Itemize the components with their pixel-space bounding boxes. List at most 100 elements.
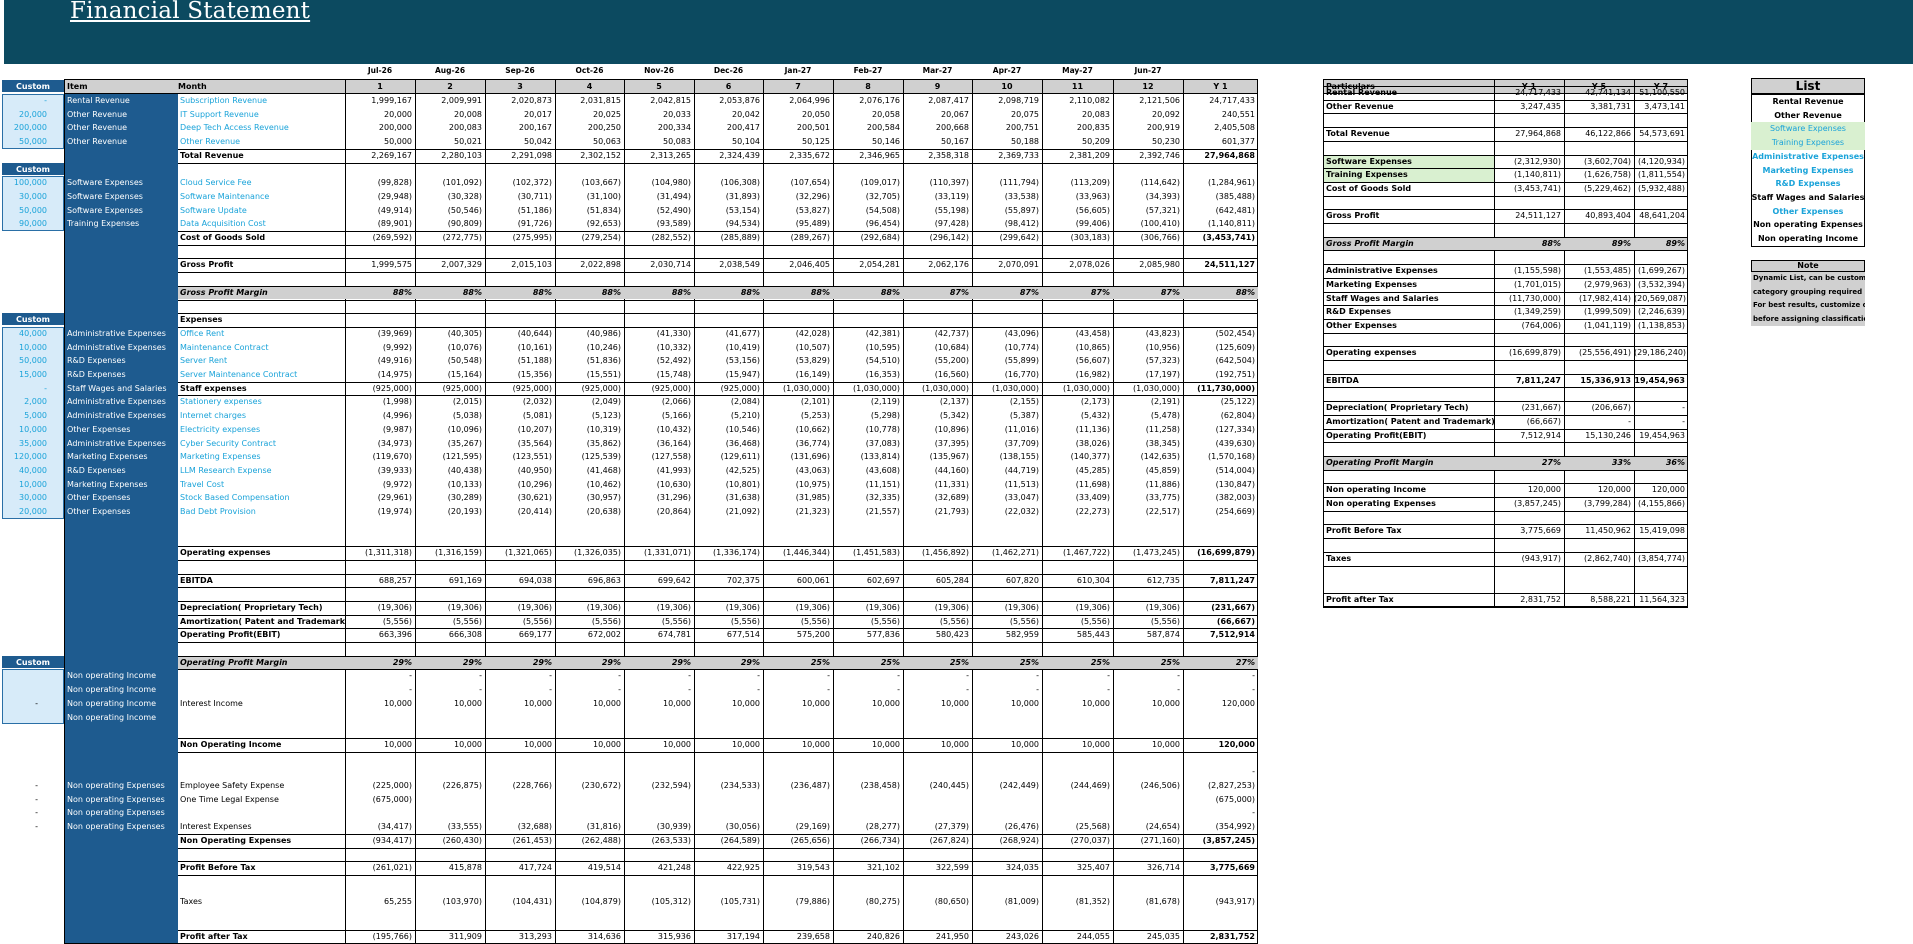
row-value: (133,814) bbox=[860, 452, 900, 462]
custom-value[interactable]: 30,000 bbox=[2, 491, 47, 505]
row-value: (226,875) bbox=[442, 781, 482, 790]
custom-value[interactable]: 40,000 bbox=[2, 464, 47, 478]
list-item[interactable]: Non operating Expenses bbox=[1751, 218, 1865, 232]
summary-value: (1,138,853) bbox=[1638, 320, 1685, 330]
row-category: Administrative Expenses bbox=[67, 411, 166, 421]
row-label: Bad Debt Provision bbox=[180, 507, 256, 516]
row-value: 27,964,868 bbox=[1204, 150, 1255, 160]
custom-value[interactable]: 50,000 bbox=[2, 204, 47, 218]
row-label: Non Operating Expenses bbox=[180, 835, 292, 845]
summary-value: 3,473,141 bbox=[1644, 101, 1685, 111]
summary-row-line bbox=[1323, 592, 1688, 594]
row-value: 20,067 bbox=[941, 109, 969, 119]
row-value: 20,075 bbox=[1011, 109, 1039, 119]
row-value: 415,878 bbox=[448, 863, 482, 873]
row-value: 88% bbox=[392, 287, 412, 297]
list-item[interactable]: R&D Expenses bbox=[1751, 177, 1865, 191]
row-value: (42,381) bbox=[865, 328, 900, 338]
row-value: (2,827,253) bbox=[1208, 781, 1255, 790]
row-label: Total Revenue bbox=[180, 150, 244, 160]
row-value: 10,000 bbox=[802, 698, 830, 708]
row-value: (9,987) bbox=[382, 424, 412, 434]
row-value: (34,393) bbox=[1145, 191, 1180, 201]
row-value: (1,284,961) bbox=[1208, 178, 1255, 188]
summary-row-line bbox=[1323, 154, 1688, 156]
custom-value[interactable]: - bbox=[2, 793, 38, 807]
row-label: Staff expenses bbox=[180, 383, 247, 393]
summary-row-label: Gross Profit Margin bbox=[1326, 238, 1414, 248]
row-value: - bbox=[1252, 767, 1255, 777]
custom-value[interactable]: 200,000 bbox=[2, 121, 47, 135]
custom-value[interactable]: 30,000 bbox=[2, 190, 47, 204]
row-category: Administrative Expenses bbox=[67, 397, 166, 407]
row-value: 10,000 bbox=[732, 739, 760, 749]
row-value: 10,000 bbox=[941, 739, 969, 749]
list-item[interactable]: Rental Revenue bbox=[1751, 95, 1865, 109]
summary-value: 120,000 bbox=[1597, 485, 1631, 495]
list-item[interactable]: Software Expenses bbox=[1751, 122, 1865, 137]
row-value bbox=[345, 806, 415, 820]
custom-value[interactable]: - bbox=[2, 382, 47, 396]
custom-value[interactable]: 50,000 bbox=[2, 354, 47, 368]
row-value: 311,909 bbox=[448, 931, 482, 941]
custom-value[interactable]: 5,000 bbox=[2, 409, 47, 423]
row-value: (102,372) bbox=[512, 178, 552, 188]
custom-value[interactable]: - bbox=[2, 779, 38, 793]
list-item[interactable]: Staff Wages and Salaries bbox=[1751, 191, 1865, 205]
custom-value[interactable]: - bbox=[2, 94, 47, 108]
list-item[interactable]: Non operating Income bbox=[1751, 232, 1865, 246]
summary-row-label: Software Expenses bbox=[1326, 156, 1412, 166]
row-value: 87% bbox=[1019, 287, 1039, 297]
row-value: (5,342) bbox=[939, 411, 969, 421]
row-value: (41,468) bbox=[586, 465, 621, 475]
row-value bbox=[903, 765, 972, 779]
row-value: (37,709) bbox=[1004, 438, 1039, 448]
custom-value[interactable]: 10,000 bbox=[2, 423, 47, 437]
custom-value[interactable]: 10,000 bbox=[2, 341, 47, 355]
row-value: (19,306) bbox=[1075, 602, 1110, 612]
row-value: 50,167 bbox=[941, 137, 969, 147]
list-item[interactable]: Training Expenses bbox=[1751, 136, 1865, 150]
custom-value[interactable]: 100,000 bbox=[2, 176, 47, 190]
custom-value[interactable]: - bbox=[2, 820, 38, 834]
list-item[interactable]: Administrative Expenses bbox=[1751, 150, 1865, 164]
row-value: (11,151) bbox=[865, 479, 900, 489]
summary-row-label: Operating Profit(EBIT) bbox=[1326, 430, 1427, 440]
list-item[interactable]: Other Revenue bbox=[1751, 109, 1865, 123]
row-value: (262,488) bbox=[581, 835, 621, 845]
row-value: (20,414) bbox=[517, 507, 552, 516]
custom-value[interactable]: 2,000 bbox=[2, 395, 47, 409]
row-value bbox=[972, 765, 1042, 779]
row-value: 200,501 bbox=[796, 123, 830, 133]
custom-value[interactable]: - bbox=[2, 806, 38, 820]
custom-value[interactable]: 120,000 bbox=[2, 450, 47, 464]
custom-value[interactable]: 10,000 bbox=[2, 478, 47, 492]
summary-value: (3,453,741) bbox=[1514, 183, 1561, 193]
custom-value[interactable]: 40,000 bbox=[2, 327, 47, 341]
row-value: 610,304 bbox=[1076, 575, 1110, 585]
list-item[interactable]: Other Expenses bbox=[1751, 205, 1865, 219]
row-label bbox=[180, 711, 345, 725]
row-value: 2,280,103 bbox=[441, 150, 482, 160]
custom-value[interactable]: - bbox=[2, 697, 38, 711]
custom-value[interactable]: 50,000 bbox=[2, 135, 47, 149]
row-value: (11,331) bbox=[934, 479, 969, 489]
custom-value[interactable]: 20,000 bbox=[2, 108, 47, 122]
row-value: (19,306) bbox=[1004, 602, 1039, 612]
row-value: (110,397) bbox=[929, 178, 969, 188]
custom-value[interactable]: 90,000 bbox=[2, 217, 47, 231]
row-value: (95,489) bbox=[795, 219, 830, 229]
custom-value[interactable]: 20,000 bbox=[2, 505, 47, 519]
row-value: (9,972) bbox=[382, 479, 412, 489]
custom-value[interactable]: 35,000 bbox=[2, 437, 47, 451]
custom-value[interactable]: 15,000 bbox=[2, 368, 47, 382]
row-value: (41,677) bbox=[725, 328, 760, 338]
row-value: (10,630) bbox=[656, 479, 691, 489]
row-label: Server Maintenance Contract bbox=[180, 370, 298, 379]
row-value: (934,417) bbox=[372, 835, 412, 845]
summary-value: (11,730,000) bbox=[1508, 293, 1561, 303]
summary-row-label: Non operating Expenses bbox=[1326, 499, 1436, 508]
row-value: 2,831,752 bbox=[1209, 931, 1255, 941]
list-item[interactable]: Marketing Expenses bbox=[1751, 164, 1865, 178]
row-value: (11,258) bbox=[1145, 424, 1180, 434]
